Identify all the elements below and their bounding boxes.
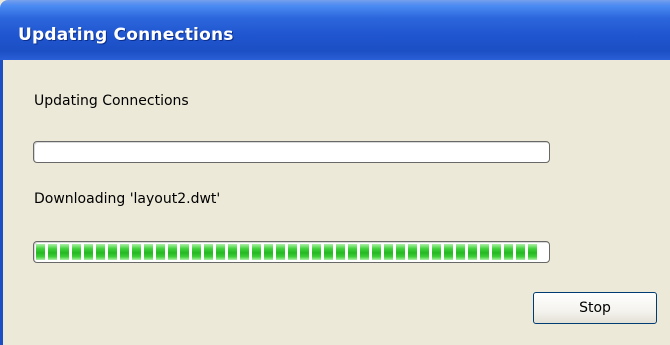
file-progress-bar <box>33 241 550 263</box>
progress-segment <box>492 244 501 260</box>
progress-segment <box>420 244 429 260</box>
progress-segment <box>468 244 477 260</box>
update-dialog-window: Updating Connections Updating Connection… <box>0 0 670 345</box>
progress-segment <box>264 244 273 260</box>
progress-segment <box>372 244 381 260</box>
progress-segment <box>156 244 165 260</box>
progress-segment <box>312 244 321 260</box>
progress-segment <box>60 244 69 260</box>
stop-button[interactable]: Stop <box>533 292 657 324</box>
file-progress-fill <box>36 244 537 260</box>
progress-segment <box>276 244 285 260</box>
progress-segment <box>456 244 465 260</box>
progress-segment <box>84 244 93 260</box>
progress-segment <box>360 244 369 260</box>
progress-segment <box>252 244 261 260</box>
progress-segment <box>48 244 57 260</box>
progress-segment <box>216 244 225 260</box>
progress-segment <box>72 244 81 260</box>
progress-segment <box>504 244 513 260</box>
status-label: Updating Connections <box>34 93 189 109</box>
progress-segment <box>168 244 177 260</box>
progress-segment <box>228 244 237 260</box>
download-file-label: Downloading 'layout2.dwt' <box>34 191 221 207</box>
progress-segment <box>240 244 249 260</box>
progress-segment <box>300 244 309 260</box>
overall-progress-bar <box>33 141 550 163</box>
progress-segment <box>432 244 441 260</box>
progress-segment <box>444 244 453 260</box>
progress-segment <box>204 244 213 260</box>
progress-segment <box>408 244 417 260</box>
progress-segment <box>348 244 357 260</box>
progress-segment <box>288 244 297 260</box>
progress-segment <box>120 244 129 260</box>
progress-segment <box>384 244 393 260</box>
progress-segment <box>516 244 525 260</box>
progress-segment <box>528 244 537 260</box>
progress-segment <box>96 244 105 260</box>
progress-segment <box>396 244 405 260</box>
progress-segment <box>324 244 333 260</box>
window-title: Updating Connections <box>18 25 234 45</box>
progress-segment <box>336 244 345 260</box>
progress-segment <box>36 244 45 260</box>
progress-segment <box>144 244 153 260</box>
progress-segment <box>180 244 189 260</box>
progress-segment <box>132 244 141 260</box>
progress-segment <box>108 244 117 260</box>
progress-segment <box>480 244 489 260</box>
title-bar[interactable]: Updating Connections <box>0 0 670 60</box>
progress-segment <box>192 244 201 260</box>
